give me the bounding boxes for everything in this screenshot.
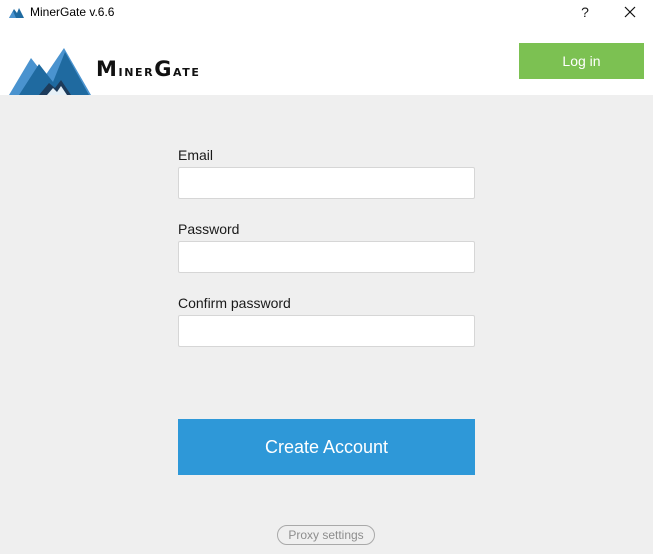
create-account-button[interactable]: Create Account xyxy=(178,419,475,475)
brand-name: MinerGate xyxy=(96,57,201,81)
confirm-password-field[interactable] xyxy=(178,315,475,347)
email-field[interactable] xyxy=(178,167,475,199)
close-icon xyxy=(624,6,636,18)
password-field[interactable] xyxy=(178,241,475,273)
confirm-password-label: Confirm password xyxy=(178,295,291,311)
proxy-settings-button[interactable]: Proxy settings xyxy=(277,525,375,545)
close-button[interactable] xyxy=(617,2,643,22)
minergate-mountain-logo xyxy=(9,48,91,95)
password-label: Password xyxy=(178,221,240,237)
window-title: MinerGate v.6.6 xyxy=(30,5,115,19)
login-button[interactable]: Log in xyxy=(519,43,644,79)
title-bar: MinerGate v.6.6 ? xyxy=(0,0,653,26)
help-button[interactable]: ? xyxy=(572,2,598,22)
app-header: MinerGate Log in xyxy=(0,26,653,95)
minergate-app-icon xyxy=(9,8,24,18)
email-label: Email xyxy=(178,147,214,163)
